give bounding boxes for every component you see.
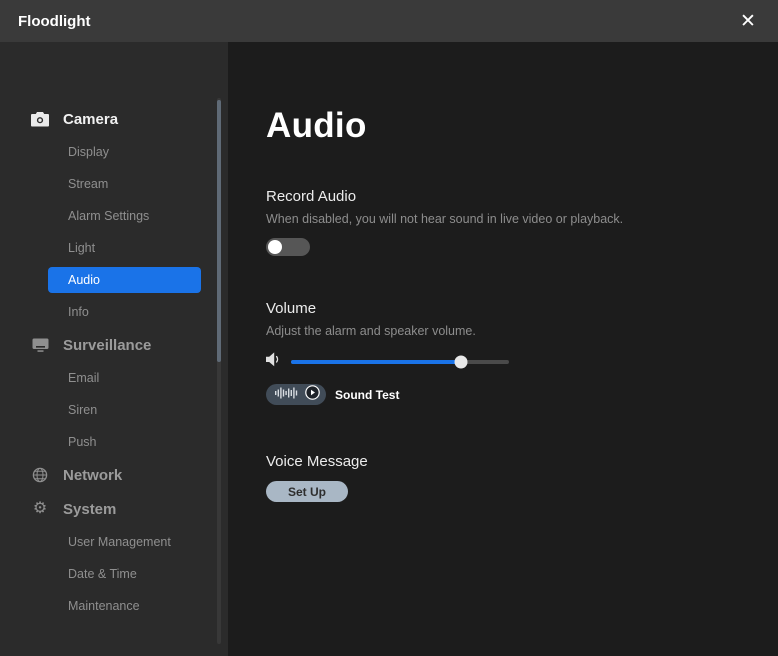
audio-settings-panel: Audio Record Audio When disabled, you wi… [228,42,778,656]
close-icon[interactable]: ✕ [736,9,760,33]
sidebar-item-label: User Management [68,535,171,549]
record-audio-description: When disabled, you will not hear sound i… [266,212,624,226]
voice-message-setup-button[interactable]: Set Up [266,481,348,502]
sidebar-section-surveillance[interactable]: Surveillance [0,328,228,362]
sidebar-section-label: System [63,500,117,518]
sound-test-label: Sound Test [335,387,400,402]
sidebar-item-label: Info [68,305,89,319]
toggle-knob [268,240,282,254]
settings-sidebar: Camera Display Stream Alarm Settings Lig… [0,42,228,656]
sidebar-item-siren[interactable]: Siren [0,394,228,426]
sidebar-item-info[interactable]: Info [0,296,228,328]
sidebar-item-label: Email [68,371,100,385]
camera-icon [30,111,50,127]
volume-description: Adjust the alarm and speaker volume. [266,324,476,338]
sidebar-item-label: Light [68,241,96,255]
sidebar-item-maintenance[interactable]: Maintenance [0,590,228,622]
play-icon [305,384,320,405]
sidebar-item-label: Date & Time [68,567,137,581]
sound-test-button[interactable] [266,384,326,405]
record-audio-toggle[interactable] [266,238,310,256]
monitor-icon [30,338,50,352]
sidebar-item-date-time[interactable]: Date & Time [0,558,228,590]
window-title: Floodlight [18,12,91,30]
sidebar-item-user-management[interactable]: User Management [0,526,228,558]
sidebar-item-push[interactable]: Push [0,426,228,458]
sidebar-section-label: Camera [63,110,119,128]
sidebar-item-label: Push [68,435,97,449]
sidebar-section-system[interactable]: ⚙ System [0,492,228,526]
voice-message-section: Voice Message Set Up [266,453,778,502]
sidebar-item-alarm-settings[interactable]: Alarm Settings [0,200,228,232]
volume-slider-fill [291,360,462,364]
sidebar-section-camera[interactable]: Camera [0,102,228,136]
sidebar-item-email[interactable]: Email [0,362,228,394]
waveform-icon [275,386,298,404]
volume-slider[interactable] [291,355,509,369]
sidebar-item-light[interactable]: Light [0,232,228,264]
gear-icon: ⚙ [32,500,48,517]
sidebar-scrollbar-thumb[interactable] [217,100,221,362]
sidebar-item-label: Display [68,145,109,159]
sidebar-item-label: Stream [68,177,109,191]
page-title: Audio [266,106,367,145]
sidebar-item-label: Siren [68,403,98,417]
sidebar-item-audio[interactable]: Audio [0,264,228,296]
sidebar-section-network[interactable]: Network [0,458,228,492]
globe-icon [30,467,50,483]
sidebar-item-label: Audio [48,267,201,293]
sidebar-item-label: Alarm Settings [68,209,150,223]
record-audio-section: Record Audio When disabled, you will not… [266,188,778,256]
voice-message-label: Voice Message [266,453,368,470]
volume-slider-handle[interactable] [454,355,468,369]
speaker-icon [266,352,282,372]
sidebar-item-label: Maintenance [68,599,140,613]
sidebar-item-display[interactable]: Display [0,136,228,168]
volume-section: Volume Adjust the alarm and speaker volu… [266,300,778,405]
sidebar-section-label: Network [63,466,123,484]
titlebar: Floodlight ✕ [0,0,778,42]
record-audio-label: Record Audio [266,188,357,205]
volume-label: Volume [266,300,317,317]
sidebar-item-stream[interactable]: Stream [0,168,228,200]
sidebar-section-label: Surveillance [63,336,152,354]
